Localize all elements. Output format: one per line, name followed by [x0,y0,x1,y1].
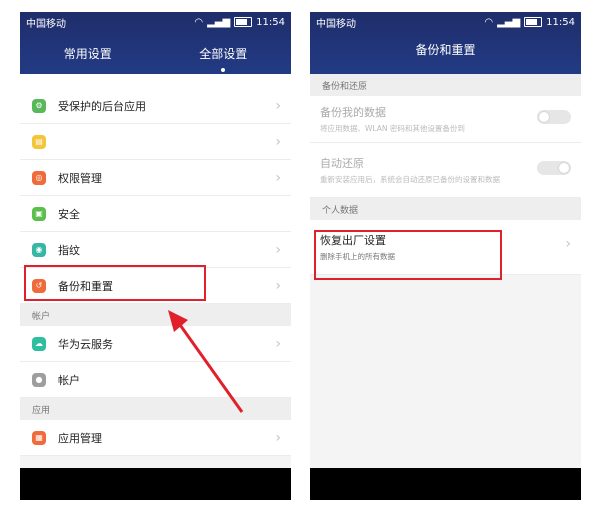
backup-toggle[interactable] [537,110,571,124]
setting-backup-my-data[interactable]: 备份我的数据 将应用数据、WLAN 密码和其他设置备份到 [310,96,581,143]
right-header: 中国移动 ◠ ▂▄▆ 11:54 备份和重置 [310,12,581,74]
apps-grid-icon: ▦ [32,430,46,445]
list-item-partial [20,74,291,88]
list-item-huawei-cloud[interactable]: ☁ 华为云服务 › [20,326,291,362]
list-item-unlabeled[interactable]: ▤ › [20,124,291,160]
carrier-label: 中国移动 [26,18,66,30]
clock: 11:54 [256,16,285,28]
list-item-permissions[interactable]: ◎ 权限管理 › [20,160,291,196]
folder-icon: ▤ [32,134,46,149]
arrow-line [176,321,244,413]
left-status-bar: 中国移动 ◠ ▂▄▆ 11:54 [20,12,291,32]
active-tab-indicator [221,67,226,72]
page-title: 备份和重置 [415,43,476,57]
setting-auto-restore[interactable]: 自动还原 重新安装应用后，系统会自动还原已备份的设置和数据 [310,143,581,198]
signal-icon: ▂▄▆ [207,16,231,28]
carrier-label: 中国移动 [316,18,356,30]
tab-all-settings[interactable]: 全部设置 [156,45,292,72]
cloud-icon: ☁ [32,336,46,351]
right-status-bar: 中国移动 ◠ ▂▄▆ 11:54 [310,12,581,32]
section-header-account: 帐户 [20,304,291,326]
left-header: 中国移动 ◠ ▂▄▆ 11:54 常用设置 全部设置 [20,12,291,74]
bottom-black-bar [20,468,291,500]
fingerprint-icon: ◉ [32,242,46,257]
section-header-apps: 应用 [20,398,291,420]
chevron-right-icon: › [275,429,281,446]
tab-common-settings[interactable]: 常用设置 [20,45,156,62]
permission-icon: ◎ [32,170,46,185]
chevron-right-icon: › [275,241,281,258]
chevron-right-icon: › [275,169,281,186]
arrow-head [168,310,188,332]
right-phone-screen: 中国移动 ◠ ▂▄▆ 11:54 备份和重置 备份和还原 备份我的数据 将应用数… [310,12,581,500]
chevron-right-icon: › [275,277,281,294]
user-icon: ● [32,372,46,387]
chevron-right-icon: › [565,236,571,252]
list-item-security[interactable]: ▣ 安全 [20,196,291,232]
chevron-right-icon: › [275,335,281,352]
highlight-box-factory-reset [314,230,502,280]
chevron-right-icon: › [275,133,281,150]
list-item-protected-apps[interactable]: ⚙ 受保护的后台应用 › [20,88,291,124]
battery-icon [234,17,253,27]
clock: 11:54 [546,16,575,28]
lock-icon: ▣ [32,206,46,221]
arrow-annotation [168,310,244,413]
signal-icon: ▂▄▆ [497,16,521,28]
section-header-personal-data: 个人数据 [310,198,581,220]
chevron-right-icon: › [275,97,281,114]
list-item-fingerprint[interactable]: ◉ 指纹 › [20,232,291,268]
wifi-icon: ◠ [484,16,494,28]
list-item-app-management[interactable]: ▦ 应用管理 › [20,420,291,456]
left-phone-screen: 中国移动 ◠ ▂▄▆ 11:54 常用设置 全部设置 ⚙ 受保护的后台应用 › … [20,12,291,500]
settings-tabs: 常用设置 全部设置 [20,32,291,74]
section-header-backup: 备份和还原 [310,74,581,96]
wifi-icon: ◠ [194,16,204,28]
auto-restore-toggle[interactable] [537,161,571,175]
highlight-box-backup [24,265,206,301]
list-item-accounts[interactable]: ● 帐户 [20,362,291,398]
bottom-black-bar [310,468,581,500]
battery-icon [524,17,543,27]
protected-apps-icon: ⚙ [32,98,46,113]
